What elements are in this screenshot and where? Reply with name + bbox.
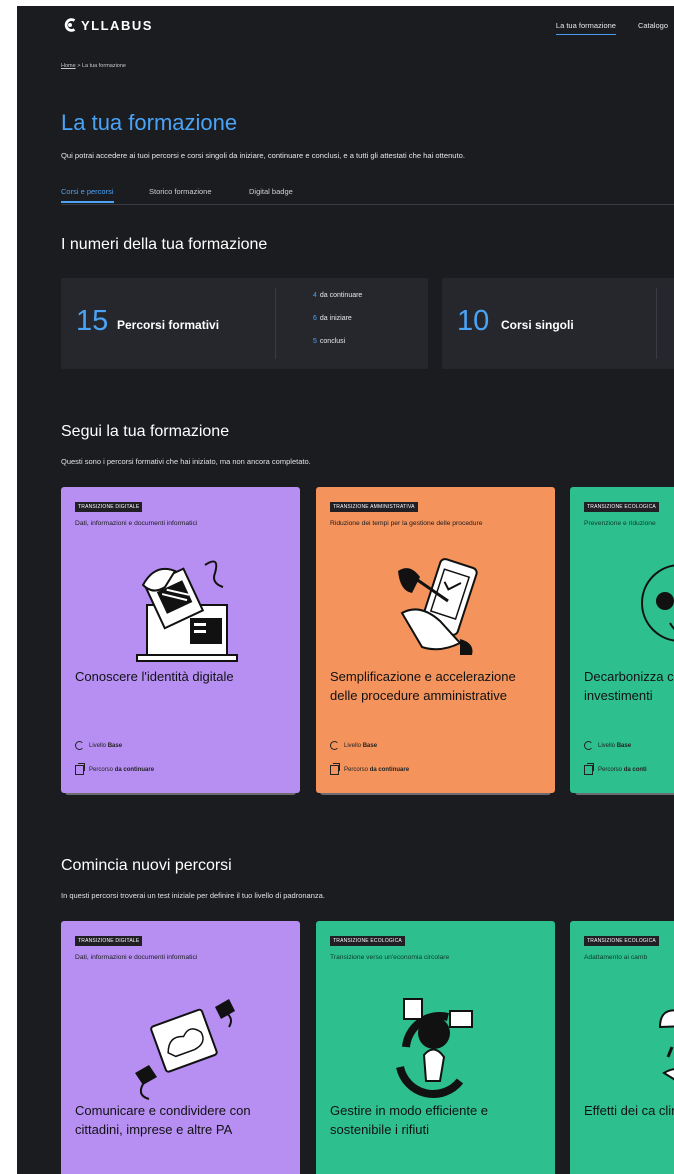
tab-digital-badge[interactable]: Digital badge [249, 187, 293, 196]
level-ring-icon [330, 741, 339, 750]
category-badge: TRANSIZIONE DIGITALE [75, 502, 143, 512]
logo-text: YLLABUS [81, 17, 153, 33]
copy-icon [75, 763, 85, 775]
continue-section-title: Segui la tua formazione [61, 423, 230, 440]
card-title: Comunicare e condividere con cittadini, … [75, 1103, 251, 1137]
syllabus-logo[interactable]: YLLABUS [61, 16, 153, 34]
card-level: Livello Base [584, 741, 631, 750]
category-badge: TRANSIZIONE ECOLOGICA [584, 502, 659, 512]
page: YLLABUS La tua formazione Catalogo Home … [17, 6, 674, 1174]
card-status: Percorso da continuare [75, 763, 154, 775]
page-title: La tua formazione [61, 110, 238, 135]
category-badge: TRANSIZIONE AMMINISTRATIVA [330, 502, 418, 512]
stat-breakdown-item[interactable]: 5 conclusi [313, 338, 362, 361]
card-title: Gestire in modo efficiente e sostenibile… [330, 1103, 489, 1137]
card-level: Livello Base [75, 741, 122, 750]
stat-percorsi-label: Percorsi formativi [117, 318, 220, 332]
stats-title: I numeri della tua formazione [61, 236, 268, 253]
stat-corsi-number: 10 [457, 305, 490, 337]
card-category: Adattamento ai camb [584, 954, 648, 961]
stat-corsi-label: Corsi singoli [501, 318, 574, 332]
tab-corsi-e-percorsi[interactable]: Corsi e percorsi [61, 187, 114, 203]
recycle-illustration [396, 998, 473, 1098]
continue-section-subtitle: Questi sono i percorsi formativi che hai… [61, 457, 311, 466]
main-nav: La tua formazione Catalogo [555, 21, 668, 35]
card-status: Percorso da continuare [330, 763, 409, 775]
new-section-title: Comincia nuovi percorsi [61, 857, 232, 874]
tabs: Corsi e percorsi Storico formazione Digi… [61, 184, 674, 205]
stat-card-percorsi[interactable]: 15 Percorsi formativi 4 da continuare 6 da… [61, 278, 428, 369]
course-card[interactable]: TRANSIZIONE AMMINISTRATIVA Riduzione dei… [316, 487, 555, 793]
communication-illustration [135, 999, 235, 1100]
nav-la-tua-formazione[interactable]: La tua formazione [555, 21, 616, 35]
card-title: Conoscere l'identità digitale [75, 669, 234, 684]
category-badge: TRANSIZIONE DIGITALE [75, 936, 143, 946]
new-section-subtitle: In questi percorsi troverai un test iniz… [61, 891, 325, 900]
card-title: Decarbonizza cinque linee investimenti [584, 669, 674, 703]
climate-illustration [658, 1009, 674, 1081]
course-card[interactable]: TRANSIZIONE DIGITALE Dati, informazioni … [61, 921, 300, 1174]
breadcrumb-home[interactable]: Home [61, 63, 76, 69]
card-category: Riduzione dei tempi per la gestione dell… [330, 520, 483, 527]
card-title: Effetti dei ca climatici [584, 1103, 674, 1118]
category-badge: TRANSIZIONE ECOLOGICA [330, 936, 405, 946]
card-status: Percorso da conti [584, 763, 647, 775]
decarbonization-illustration [641, 564, 674, 642]
copy-icon [584, 763, 594, 775]
course-card[interactable]: TRANSIZIONE ECOLOGICA Adattamento ai cam… [570, 921, 674, 1174]
breadcrumb-current: La tua formazione [81, 63, 126, 69]
card-category: Dati, informazioni e documenti informati… [75, 520, 198, 527]
card-title: Semplificazione e accelerazione delle pr… [330, 669, 516, 703]
card-category: Transizione verso un'economia circolare [330, 954, 450, 961]
stat-breakdown-item[interactable]: 4 da continuare [313, 292, 362, 315]
card-level: Livello Base [330, 741, 377, 750]
digital-identity-illustration [136, 560, 238, 662]
card-category: Dati, informazioni e documenti informati… [75, 954, 198, 961]
page-description: Qui potrai accedere ai tuoi percorsi e c… [61, 151, 465, 160]
tab-storico-formazione[interactable]: Storico formazione [149, 187, 212, 196]
top-bar: YLLABUS La tua formazione Catalogo [17, 6, 674, 50]
logo-s-icon [64, 18, 76, 32]
card-category: Prevenzione e riduzione [584, 520, 656, 527]
stat-percorsi-breakdown: 4 da continuare 6 da iniziare 5 conclusi [313, 292, 362, 361]
copy-icon [330, 763, 340, 775]
stat-divider [275, 288, 276, 359]
course-card[interactable]: TRANSIZIONE ECOLOGICA Prevenzione e ridu… [570, 487, 674, 793]
level-ring-icon [584, 741, 593, 750]
course-card[interactable]: TRANSIZIONE ECOLOGICA Transizione verso … [316, 921, 555, 1174]
nav-catalogo[interactable]: Catalogo [638, 21, 668, 35]
level-ring-icon [75, 741, 84, 750]
stat-percorsi-number: 15 [76, 305, 109, 337]
procedures-illustration [398, 558, 478, 655]
category-badge: TRANSIZIONE ECOLOGICA [584, 936, 659, 946]
breadcrumb: Home > La tua formazione [61, 63, 126, 69]
course-card[interactable]: TRANSIZIONE DIGITALE Dati, informazioni … [61, 487, 300, 793]
stat-divider [656, 288, 657, 359]
stat-card-corsi[interactable]: 10 Corsi singoli [442, 278, 674, 369]
stat-breakdown-item[interactable]: 6 da iniziare [313, 315, 362, 338]
